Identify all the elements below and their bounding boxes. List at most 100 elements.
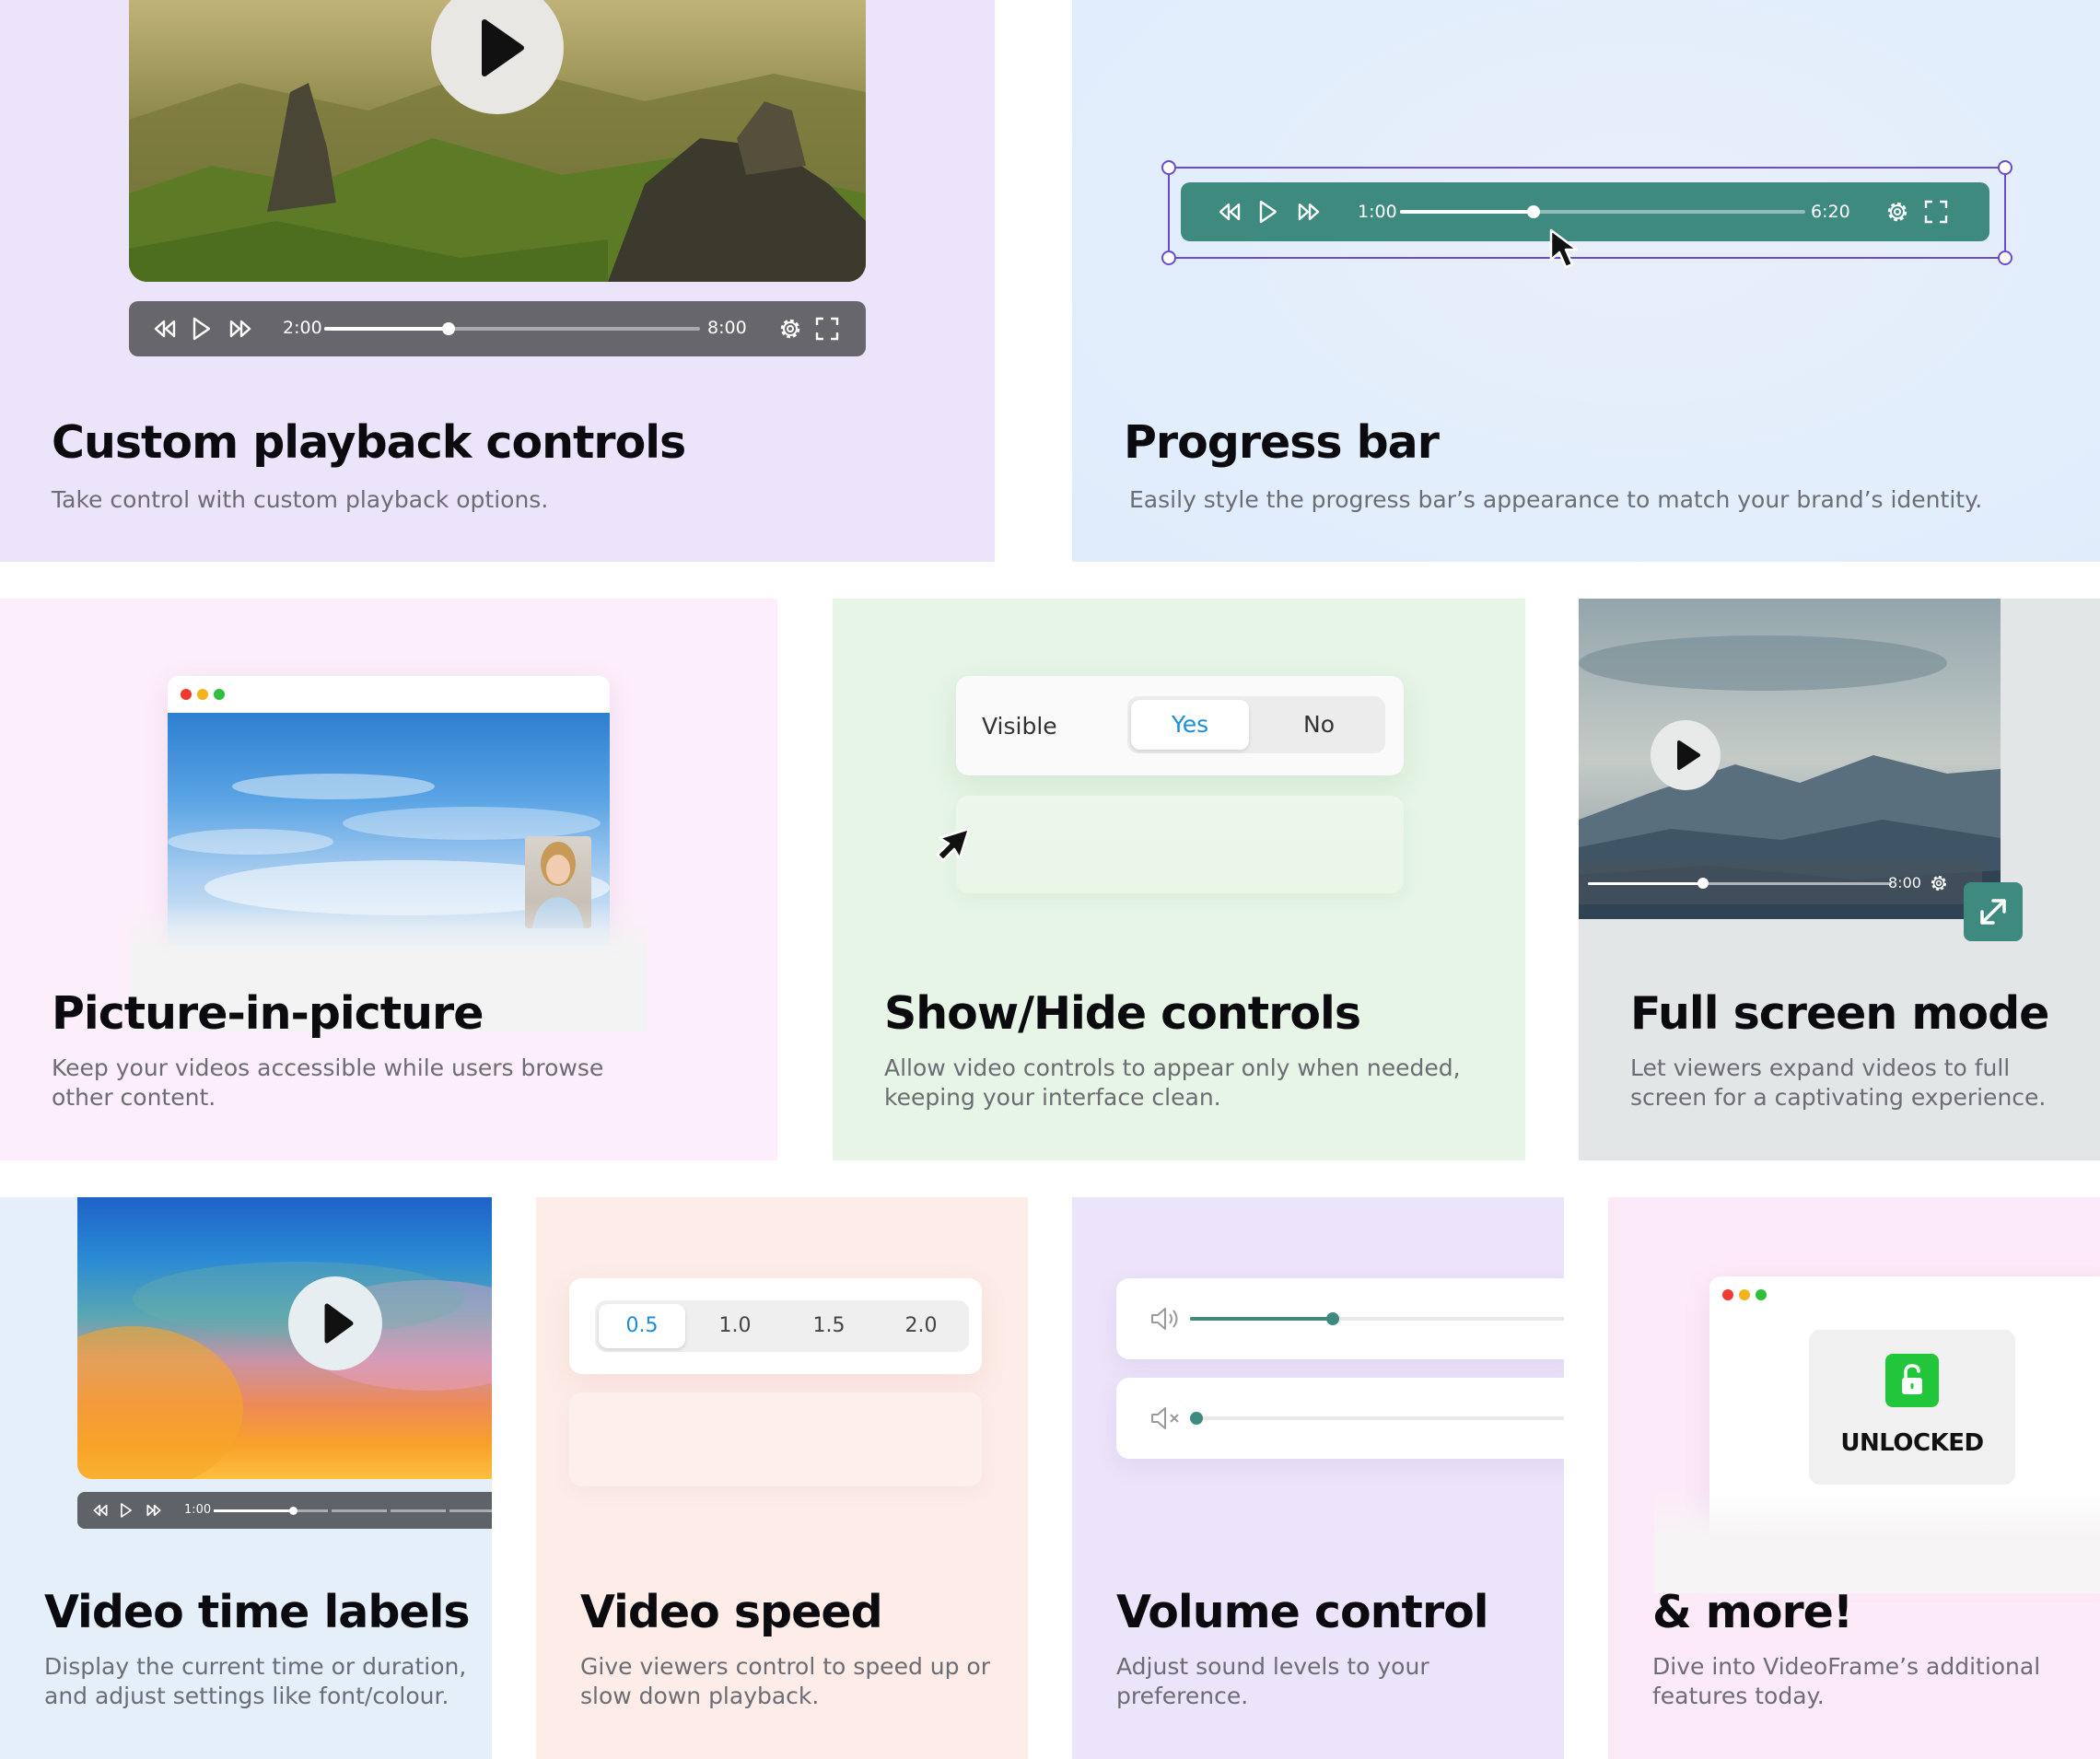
current-time: 1:00 xyxy=(184,1503,212,1517)
duration: 8:00 xyxy=(1888,874,1921,891)
current-time: 1:00 xyxy=(1358,202,1397,222)
play-button[interactable] xyxy=(1651,720,1721,790)
maximize-dot-icon[interactable] xyxy=(1756,1289,1767,1300)
fast-forward-icon[interactable] xyxy=(228,318,252,340)
fullscreen-icon[interactable] xyxy=(1923,199,1949,225)
hidden-controls-placeholder xyxy=(956,796,1404,893)
video-thumbnail[interactable] xyxy=(77,1197,492,1479)
card-title: Video speed xyxy=(580,1586,883,1638)
visible-label: Visible xyxy=(982,713,1057,740)
unlocked-label: UNLOCKED xyxy=(1840,1429,1984,1457)
gear-icon[interactable] xyxy=(1884,199,1910,225)
player-controls-bar: 8:00 xyxy=(1579,862,1982,904)
card-description: Easily style the progress bar’s appearan… xyxy=(1129,486,1983,513)
cursor-icon xyxy=(1549,228,1579,269)
play-icon xyxy=(324,1303,354,1344)
play-icon xyxy=(482,19,524,76)
video-thumbnail[interactable] xyxy=(129,0,866,282)
current-time: 2:00 xyxy=(283,318,322,338)
volume-knob[interactable] xyxy=(1326,1312,1339,1325)
play-icon[interactable] xyxy=(1258,199,1278,225)
card-custom-playback: 2:00 8:00 Custom playback controls Take … xyxy=(0,0,995,562)
card-description: Keep your videos accessible while users … xyxy=(52,1054,604,1111)
card-show-hide-controls: Visible Yes No Show/Hide controls Allow … xyxy=(833,599,1525,1160)
minimize-dot-icon[interactable] xyxy=(1739,1289,1750,1300)
card-title: Picture-in-picture xyxy=(52,987,484,1040)
card-description: Let viewers expand videos to full screen… xyxy=(1630,1054,2047,1111)
expand-button[interactable] xyxy=(1964,882,2023,941)
expand-icon xyxy=(1980,899,2006,925)
close-dot-icon[interactable] xyxy=(181,689,192,700)
card-video-speed: 0.5 1.0 1.5 2.0 Video speed Give viewers… xyxy=(536,1197,1028,1759)
gear-icon[interactable] xyxy=(1929,873,1949,893)
card-description: Display the current time or duration, an… xyxy=(44,1653,467,1709)
card-title: Volume control xyxy=(1116,1586,1489,1638)
visibility-panel: Visible Yes No xyxy=(956,676,1404,775)
progress-knob[interactable] xyxy=(289,1507,298,1515)
maximize-dot-icon[interactable] xyxy=(214,689,225,700)
card-video-time-labels: 1:00 Video time labels Display the curre… xyxy=(0,1197,492,1759)
card-title: Progress bar xyxy=(1124,416,1440,469)
fast-forward-icon[interactable] xyxy=(146,1503,162,1518)
speed-option-1.5[interactable]: 1.5 xyxy=(785,1304,873,1348)
volume-track[interactable] xyxy=(1190,1416,1564,1420)
play-button[interactable] xyxy=(431,0,564,114)
progress-fill xyxy=(1400,210,1534,214)
volume-row xyxy=(1116,1278,1564,1359)
progress-knob[interactable] xyxy=(1698,878,1709,889)
progress-fill xyxy=(1588,882,1703,885)
selection-handle[interactable] xyxy=(1161,160,1176,175)
card-title: & more! xyxy=(1652,1586,1853,1638)
rewind-icon[interactable] xyxy=(153,318,177,340)
play-button[interactable] xyxy=(288,1276,382,1370)
player-controls-bar: 2:00 8:00 xyxy=(129,301,866,356)
card-description: Take control with custom playback option… xyxy=(52,486,549,513)
unlocked-badge: UNLOCKED xyxy=(1809,1330,2015,1485)
speed-selector: 0.5 1.0 1.5 2.0 xyxy=(595,1300,969,1352)
selection-handle[interactable] xyxy=(1998,160,2012,175)
progress-knob[interactable] xyxy=(442,322,455,335)
volume-fill xyxy=(1190,1317,1333,1321)
toggle-option-yes[interactable]: Yes xyxy=(1131,700,1249,750)
close-dot-icon[interactable] xyxy=(1722,1289,1733,1300)
player-controls-bar: 1:00 xyxy=(77,1492,492,1529)
card-title: Custom playback controls xyxy=(52,416,686,469)
card-description: Adjust sound levels to your preference. xyxy=(1116,1653,1429,1709)
card-description: Allow video controls to appear only when… xyxy=(884,1054,1461,1111)
volume-row-muted xyxy=(1116,1378,1564,1459)
card-title: Show/Hide controls xyxy=(884,987,1361,1040)
card-description: Dive into VideoFrame’s additional featur… xyxy=(1652,1653,2041,1709)
mute-icon[interactable] xyxy=(1149,1405,1181,1431)
speed-option-0.5[interactable]: 0.5 xyxy=(599,1304,685,1348)
toggle-option-no[interactable]: No xyxy=(1256,700,1382,750)
volume-icon[interactable] xyxy=(1149,1306,1181,1332)
card-and-more: UNLOCKED & more! Dive into VideoFrame’s … xyxy=(1608,1197,2100,1759)
gear-icon[interactable] xyxy=(777,316,803,342)
play-icon[interactable] xyxy=(192,316,212,342)
hidden-panel-placeholder xyxy=(569,1392,982,1486)
selection-handle[interactable] xyxy=(1161,250,1176,265)
card-full-screen-mode: 8:00 Full screen mode Let viewers expand… xyxy=(1579,599,2100,1160)
card-progress-bar: 1:00 6:20 Progress bar Easily style the … xyxy=(1072,0,2100,562)
card-title: Video time labels xyxy=(44,1586,471,1638)
volume-knob[interactable] xyxy=(1190,1412,1203,1425)
speed-option-1.0[interactable]: 1.0 xyxy=(691,1304,779,1348)
rewind-icon[interactable] xyxy=(1218,201,1242,223)
visibility-toggle: Yes No xyxy=(1127,696,1385,753)
card-picture-in-picture: Picture-in-picture Keep your videos acce… xyxy=(0,599,777,1160)
selection-handle[interactable] xyxy=(1998,250,2012,265)
speed-panel: 0.5 1.0 1.5 2.0 xyxy=(569,1278,982,1374)
rewind-icon[interactable] xyxy=(92,1503,109,1518)
minimize-dot-icon[interactable] xyxy=(197,689,208,700)
card-volume-control: Volume control Adjust sound levels to yo… xyxy=(1072,1197,1564,1759)
fast-forward-icon[interactable] xyxy=(1297,201,1321,223)
play-icon[interactable] xyxy=(120,1502,133,1519)
progress-fill xyxy=(214,1509,293,1512)
progress-knob[interactable] xyxy=(1527,205,1540,218)
card-description: Give viewers control to speed up or slow… xyxy=(580,1653,990,1709)
progress-fill xyxy=(324,327,449,331)
fullscreen-icon[interactable] xyxy=(814,316,840,342)
duration: 6:20 xyxy=(1811,202,1850,222)
speed-option-2.0[interactable]: 2.0 xyxy=(877,1304,965,1348)
unlocked-lock-icon xyxy=(1902,1364,1922,1394)
